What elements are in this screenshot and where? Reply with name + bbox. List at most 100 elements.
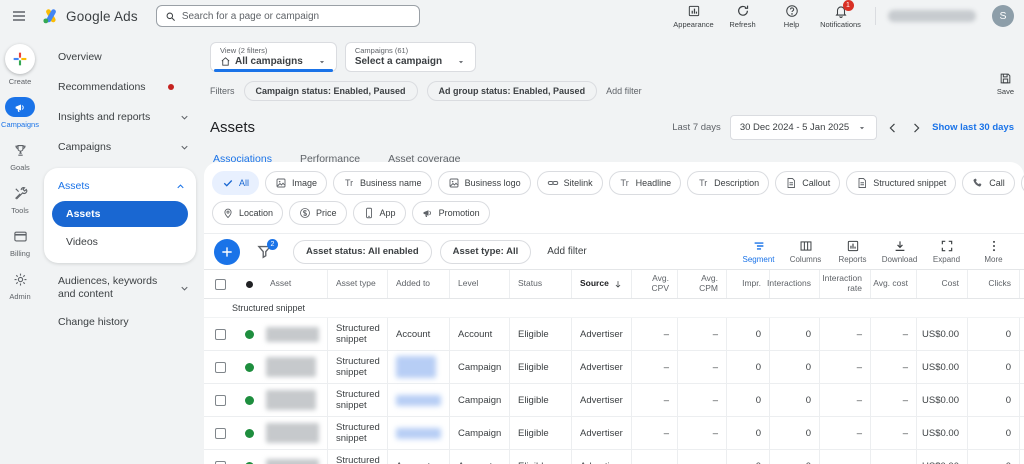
- topbar-action-help[interactable]: Help: [767, 4, 816, 29]
- table-action-segment[interactable]: Segment: [736, 239, 781, 264]
- added-to-cell[interactable]: [387, 351, 449, 383]
- row-checkbox[interactable]: [215, 395, 226, 406]
- trophy-icon: [13, 143, 28, 158]
- asset-type-chip-structured-snippet[interactable]: Structured snippet: [846, 171, 956, 195]
- source-cell: Advertiser: [571, 384, 631, 416]
- asset-type-chip-app[interactable]: App: [353, 201, 406, 225]
- column-label: Added to: [396, 279, 430, 289]
- filter-chip-campaign-status[interactable]: Campaign status: Enabled, Paused: [244, 81, 418, 101]
- status-dot-column-icon: [246, 281, 253, 288]
- table-action-download[interactable]: Download: [877, 239, 922, 264]
- global-search[interactable]: [156, 5, 420, 27]
- rail-item-billing[interactable]: Billing: [5, 226, 35, 258]
- table-action-more[interactable]: More: [971, 239, 1016, 264]
- search-input[interactable]: [182, 11, 411, 22]
- table-action-expand[interactable]: Expand: [924, 239, 969, 264]
- avg-cpv-cell: –: [631, 351, 677, 383]
- column-header-clicks: Clicks: [967, 270, 1020, 298]
- tools-icon: [13, 186, 28, 201]
- menu-icon[interactable]: [11, 8, 27, 24]
- create-button[interactable]: Create: [5, 44, 35, 86]
- nav-item-assets[interactable]: Assets: [52, 201, 188, 227]
- table-row: Structured snippetCampaignEligibleAdvert…: [204, 384, 1024, 417]
- rail-item-campaigns[interactable]: Campaigns: [1, 97, 39, 129]
- impressions-cell: 0: [726, 450, 769, 464]
- chevron-up-icon: [175, 181, 186, 192]
- previous-period-button[interactable]: [886, 121, 900, 135]
- asset-type-chip-call[interactable]: Call: [962, 171, 1015, 195]
- view-selector[interactable]: View (2 filters) All campaigns: [210, 42, 337, 72]
- campaign-selector[interactable]: Campaigns (61) Select a campaign: [345, 42, 476, 72]
- filter-chip-ad-group-status[interactable]: Ad group status: Enabled, Paused: [427, 81, 598, 101]
- row-checkbox[interactable]: [215, 362, 226, 373]
- column-header-avg-cpm: Avg. CPM: [677, 270, 726, 298]
- asset-type-chip-promotion[interactable]: Promotion: [412, 201, 490, 225]
- asset-type-chip-location[interactable]: Location: [212, 201, 283, 225]
- asset-type-chip-image[interactable]: Image: [265, 171, 327, 195]
- column-label[interactable]: Source: [580, 279, 609, 289]
- table-add-filter-link[interactable]: Add filter: [547, 246, 586, 257]
- rail-item-label: Campaigns: [1, 120, 39, 129]
- redacted-campaign-link[interactable]: [396, 428, 441, 439]
- caret-down-icon: [456, 57, 466, 67]
- clicks-cell: 0: [967, 351, 1020, 383]
- asset-type-cell: Structured snippet: [327, 450, 387, 464]
- nav-item-recommendations[interactable]: Recommendations: [40, 72, 200, 102]
- campaign-selector-value: Select a campaign: [355, 56, 442, 67]
- filter-funnel-button[interactable]: 2: [256, 243, 273, 260]
- cost-cell: US$0.00: [916, 450, 967, 464]
- filters-bar: Filters Campaign status: Enabled, Paused…: [200, 72, 1024, 101]
- rail-item-goals[interactable]: Goals: [5, 140, 35, 172]
- added-to-cell[interactable]: [387, 417, 449, 449]
- cost-cell: US$0.00: [916, 318, 967, 350]
- asset-type-chip-sitelink[interactable]: Sitelink: [537, 171, 603, 195]
- asset-type-chip-business-logo[interactable]: Business logo: [438, 171, 531, 195]
- date-range-picker[interactable]: 30 Dec 2024 - 5 Jan 2025: [730, 115, 877, 140]
- redacted-campaign-link[interactable]: [396, 356, 436, 378]
- nav-item-videos[interactable]: Videos: [44, 229, 196, 255]
- text-format-icon: Tr: [619, 177, 631, 189]
- interaction-rate-cell: –: [819, 450, 870, 464]
- asset-type-chip-business-name[interactable]: TrBusiness name: [333, 171, 432, 195]
- asset-type-chip-description[interactable]: TrDescription: [687, 171, 769, 195]
- row-checkbox[interactable]: [215, 329, 226, 340]
- page-title: Assets: [210, 119, 255, 136]
- nav-item-campaigns[interactable]: Campaigns: [40, 132, 200, 162]
- table-action-columns[interactable]: Columns: [783, 239, 828, 264]
- clicks-cell: 0: [967, 417, 1020, 449]
- row-checkbox[interactable]: [215, 461, 226, 464]
- filter-count-badge: 2: [267, 239, 278, 250]
- topbar-action-refresh[interactable]: Refresh: [718, 4, 767, 29]
- redacted-campaign-link[interactable]: [396, 395, 441, 406]
- asset-type-chip-price[interactable]: Price: [289, 201, 347, 225]
- asset-type-chip-headline[interactable]: TrHeadline: [609, 171, 682, 195]
- chip-asset-type[interactable]: Asset type: All: [440, 240, 532, 264]
- topbar-action-appearance[interactable]: Appearance: [669, 4, 718, 29]
- added-to-cell[interactable]: [387, 384, 449, 416]
- table-action-reports[interactable]: Reports: [830, 239, 875, 264]
- redacted-asset-name: [266, 423, 319, 443]
- nav-item-change-history[interactable]: Change history: [40, 307, 200, 337]
- avatar[interactable]: S: [992, 5, 1014, 27]
- chip-label: App: [380, 208, 396, 218]
- chip-label: Business logo: [465, 178, 521, 188]
- google-ads-logo[interactable]: Google Ads: [42, 7, 138, 25]
- show-last-30-days-link[interactable]: Show last 30 days: [932, 122, 1014, 133]
- add-asset-button[interactable]: [214, 239, 240, 265]
- topbar-action-label: Help: [784, 20, 799, 29]
- next-period-button[interactable]: [909, 121, 923, 135]
- select-all-checkbox[interactable]: [215, 279, 226, 290]
- save-button[interactable]: Save: [997, 72, 1014, 96]
- nav-item-assets-parent[interactable]: Assets: [44, 172, 196, 200]
- chip-asset-status[interactable]: Asset status: All enabled: [293, 240, 432, 264]
- nav-item-overview[interactable]: Overview: [40, 42, 200, 72]
- nav-item-audiences-keywords-content[interactable]: Audiences, keywords and content: [40, 269, 200, 307]
- add-filter-link[interactable]: Add filter: [606, 86, 642, 96]
- row-checkbox[interactable]: [215, 428, 226, 439]
- rail-item-admin[interactable]: Admin: [5, 269, 35, 301]
- topbar-action-notifications[interactable]: 1Notifications: [816, 4, 865, 29]
- asset-type-chip-all[interactable]: All: [212, 171, 259, 195]
- nav-item-insights-and-reports[interactable]: Insights and reports: [40, 102, 200, 132]
- asset-type-chip-callout[interactable]: Callout: [775, 171, 840, 195]
- rail-item-tools[interactable]: Tools: [5, 183, 35, 215]
